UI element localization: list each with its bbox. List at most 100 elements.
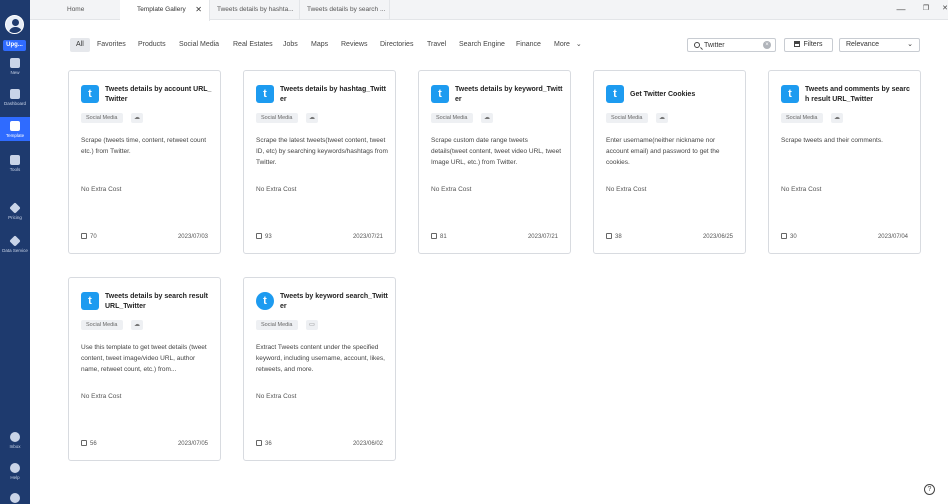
category-directories[interactable]: Directories <box>380 38 413 52</box>
tab-search-result[interactable]: Tweets details by search ... <box>300 0 390 20</box>
sort-select[interactable]: Relevance ⌄ <box>839 38 920 52</box>
card-cost: No Extra Cost <box>81 186 122 193</box>
card-cost: No Extra Cost <box>606 186 647 193</box>
search-input[interactable] <box>704 40 759 50</box>
category-products[interactable]: Products <box>138 38 166 52</box>
likes-count: 70 <box>90 234 97 240</box>
sidebar-item-pricing[interactable]: Pricing <box>0 202 30 222</box>
more-label: More <box>554 41 570 48</box>
thumbs-up-icon <box>431 233 437 239</box>
gear-icon <box>10 493 20 503</box>
diamond-icon <box>9 202 21 214</box>
sidebar-item-label: Pricing <box>8 215 22 220</box>
question-icon <box>10 463 20 473</box>
upgrade-button[interactable]: Upg... <box>3 40 26 51</box>
card-likes: 56 <box>81 440 97 447</box>
likes-count: 36 <box>265 441 272 447</box>
card-description: Scrape the latest tweets(tweet content, … <box>256 137 388 166</box>
card-cost: No Extra Cost <box>256 186 297 193</box>
twitter-icon: t <box>256 292 274 310</box>
likes-count: 38 <box>615 234 622 240</box>
tab-hashtag[interactable]: Tweets details by hashta... <box>210 0 300 20</box>
card-title: Tweets details by search result URL_Twit… <box>105 293 208 310</box>
likes-count: 56 <box>90 441 97 447</box>
category-real-estates[interactable]: Real Estates <box>233 38 273 52</box>
close-icon[interactable]: ✕ <box>195 0 202 20</box>
card-date: 2023/07/21 <box>352 234 383 240</box>
sidebar-item-dashboard[interactable]: Dashboard <box>0 88 30 108</box>
template-card[interactable]: t Get Twitter Cookies Social Media ☁ Ent… <box>593 70 746 254</box>
cloud-icon: ☁ <box>656 113 668 123</box>
card-description: Extract Tweets content under the specifi… <box>256 344 385 373</box>
category-travel[interactable]: Travel <box>427 38 446 52</box>
template-card[interactable]: t Tweets details by hashtag_Twitter Soci… <box>243 70 396 254</box>
tab-bar: Home Template Gallery ✕ Tweets details b… <box>30 0 948 21</box>
category-more[interactable]: More ⌄ <box>554 38 582 52</box>
category-reviews[interactable]: Reviews <box>341 38 367 52</box>
search-box[interactable]: × <box>687 38 776 52</box>
sidebar-item-label: Template <box>5 133 25 138</box>
template-card[interactable]: t Tweets by keyword search_Twitter Socia… <box>243 277 396 461</box>
card-title: Tweets and comments by search result URL… <box>805 86 910 103</box>
sidebar-item-new[interactable]: New <box>0 57 30 77</box>
category-maps[interactable]: Maps <box>311 38 328 52</box>
card-likes: 30 <box>781 233 797 240</box>
card-tag: Social Media <box>256 320 298 330</box>
dashboard-icon <box>10 89 20 99</box>
cloud-icon: ☁ <box>831 113 843 123</box>
sidebar-item-settings[interactable] <box>0 493 30 504</box>
data-service-icon <box>9 235 21 247</box>
card-tag: Social Media <box>606 113 648 123</box>
category-all[interactable]: All <box>70 38 90 52</box>
bell-icon <box>10 432 20 442</box>
thumbs-up-icon <box>81 440 87 446</box>
likes-count: 81 <box>440 234 447 240</box>
card-cost: No Extra Cost <box>431 186 472 193</box>
category-social-media[interactable]: Social Media <box>179 38 219 52</box>
sidebar-item-template[interactable]: Template <box>0 117 30 141</box>
maximize-icon[interactable]: ❐ <box>919 0 933 20</box>
category-search-engine[interactable]: Search Engine <box>459 38 505 52</box>
minimize-icon[interactable]: — <box>894 0 908 20</box>
monitor-icon: ▭ <box>306 320 318 330</box>
card-tag: Social Media <box>256 113 298 123</box>
sort-label: Relevance <box>846 41 880 48</box>
card-tag: Social Media <box>81 320 123 330</box>
category-finance[interactable]: Finance <box>516 38 541 52</box>
filters-button[interactable]: Filters <box>784 38 833 52</box>
category-favorites[interactable]: Favorites <box>97 38 126 52</box>
likes-count: 93 <box>265 234 272 240</box>
sidebar-item-data-service[interactable]: Data Service <box>0 235 30 255</box>
card-tag: Social Media <box>781 113 823 123</box>
window-close-icon[interactable]: ✕ <box>938 0 948 20</box>
thumbs-up-icon <box>606 233 612 239</box>
cloud-icon: ☁ <box>306 113 318 123</box>
card-title: Tweets details by account URL_Twitter <box>105 86 212 103</box>
thumbs-up-icon <box>781 233 787 239</box>
category-jobs[interactable]: Jobs <box>283 38 298 52</box>
card-date: 2023/06/25 <box>702 234 733 240</box>
help-icon[interactable]: ? <box>924 484 935 495</box>
sidebar-item-label: Tools <box>9 167 21 172</box>
sidebar-item-tools[interactable]: Tools <box>0 154 30 174</box>
template-card[interactable]: t Tweets and comments by search result U… <box>768 70 921 254</box>
sidebar-item-inbox[interactable]: Inbox <box>0 431 30 451</box>
template-card[interactable]: t Tweets details by search result URL_Tw… <box>68 277 221 461</box>
card-description: Scrape (tweets time, content, retweet co… <box>81 137 207 155</box>
thumbs-up-icon <box>256 233 262 239</box>
tab-template-gallery[interactable]: Template Gallery ✕ <box>120 0 210 21</box>
template-card[interactable]: t Tweets details by account URL_Twitter … <box>68 70 221 254</box>
card-title: Get Twitter Cookies <box>630 91 696 98</box>
template-card[interactable]: t Tweets details by keyword_Twitter Soci… <box>418 70 571 254</box>
sidebar-item-label: Data Service <box>2 248 28 253</box>
avatar[interactable] <box>5 15 24 34</box>
plus-icon <box>10 58 20 68</box>
twitter-icon: t <box>256 85 274 103</box>
clear-icon[interactable]: × <box>763 41 771 49</box>
chevron-down-icon: ⌄ <box>575 41 582 48</box>
filters-label: Filters <box>803 41 823 48</box>
card-likes: 81 <box>431 233 447 240</box>
sidebar-item-help[interactable]: Help <box>0 462 30 482</box>
search-icon <box>694 42 700 48</box>
card-title: Tweets by keyword search_Twitter <box>280 293 388 310</box>
